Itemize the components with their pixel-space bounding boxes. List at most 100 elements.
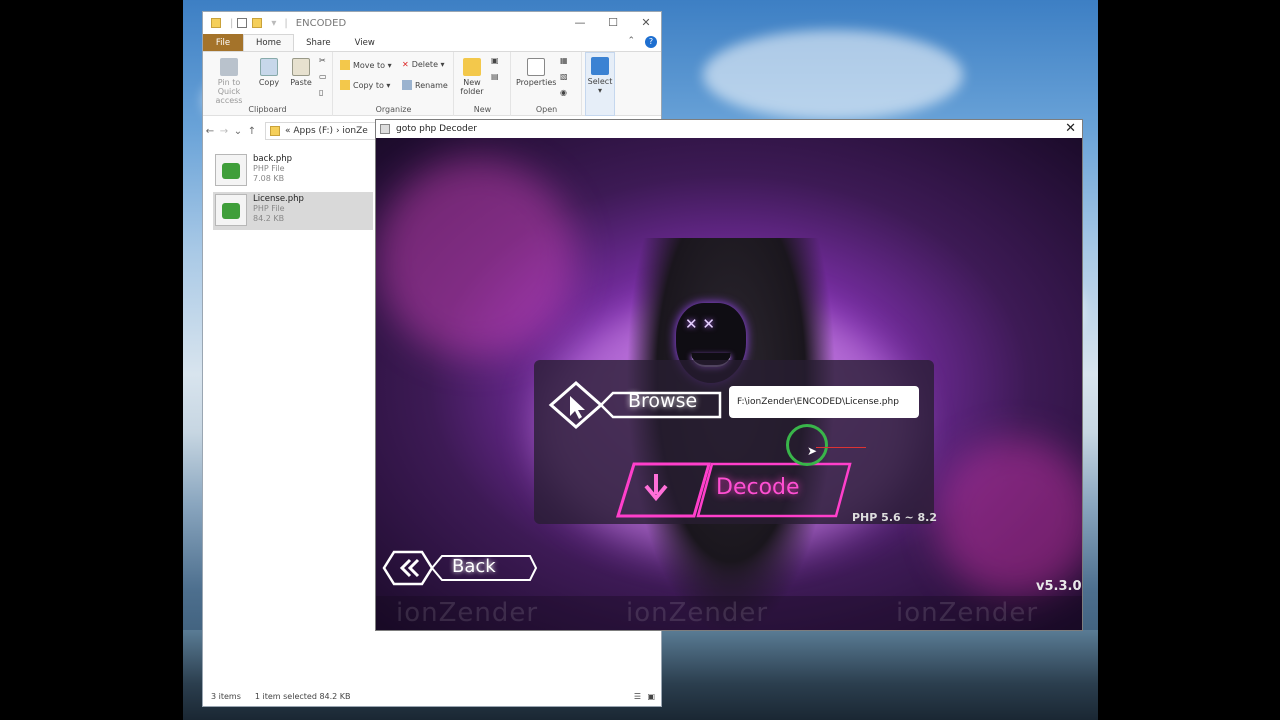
open-group-label: Open <box>535 105 558 114</box>
delete-icon: ✕ <box>402 60 409 69</box>
decode-label: Decode <box>716 475 800 500</box>
back-button[interactable]: Back <box>382 548 538 588</box>
paste-icon <box>292 58 310 76</box>
file-path-input[interactable] <box>729 386 919 418</box>
copy-icon <box>260 58 278 76</box>
clipboard-group: Pin to Quick access Copy Paste ✂ ▭ ▯ Cli… <box>203 52 333 116</box>
app-version-label: v5.3.0 <box>1036 579 1082 594</box>
item-count: 3 items <box>211 691 241 701</box>
select-button[interactable]: Select ▾ <box>585 52 615 116</box>
properties-icon <box>527 58 545 76</box>
browse-label: Browse <box>628 390 698 412</box>
close-icon[interactable]: ✕ <box>631 15 661 31</box>
annotation-line <box>816 447 866 448</box>
properties-icon[interactable] <box>237 18 248 28</box>
file-name: back.php <box>253 154 293 164</box>
file-name: License.php <box>253 194 304 204</box>
php-version-label: PHP 5.6 ~ 8.2 <box>852 511 938 524</box>
new-group: New folder ▣ ▤ New <box>455 52 511 116</box>
back-arrow-icon[interactable]: ← <box>203 126 217 137</box>
mouse-pointer-icon: ➤ <box>807 444 818 458</box>
breadcrumb-apps[interactable]: Apps (F:) <box>293 126 333 136</box>
file-size: 84.2 KB <box>253 214 285 223</box>
file-item-back-php[interactable]: back.php PHP File 7.08 KB <box>213 152 373 190</box>
decoder-titlebar: goto php Decoder ✕ <box>376 120 1082 138</box>
file-size: 7.08 KB <box>253 174 285 183</box>
php-file-icon <box>215 154 247 186</box>
decode-button[interactable]: Decode <box>614 460 854 520</box>
rename-button[interactable]: Rename <box>402 80 448 90</box>
up-arrow-icon[interactable]: ↑ <box>245 126 259 137</box>
address-bar-row: ← → ⌄ ↑ « Apps (F:) › ionZe <box>203 120 383 142</box>
app-icon <box>380 124 390 134</box>
help-icon[interactable]: ? <box>645 36 657 48</box>
paste-button[interactable]: Paste <box>287 58 315 87</box>
explorer-titlebar: | ▾ | ENCODED — ☐ ✕ <box>203 12 661 34</box>
window-title: goto php Decoder <box>396 124 477 134</box>
select-icon <box>591 57 609 75</box>
back-label: Back <box>452 556 496 577</box>
recent-locations-icon[interactable]: ⌄ <box>231 126 245 137</box>
brand-watermark: ionZender <box>396 598 539 628</box>
tab-view[interactable]: View <box>343 34 387 51</box>
clipboard-group-label: Clipboard <box>248 105 287 114</box>
ribbon-tabs: File Home Share View ⌃ ? <box>203 34 661 52</box>
pin-to-quick-access-button[interactable]: Pin to Quick access <box>207 58 251 105</box>
move-to-icon <box>340 60 350 70</box>
ribbon: Pin to Quick access Copy Paste ✂ ▭ ▯ Cli… <box>203 52 661 116</box>
cloud <box>703 30 963 120</box>
organize-group: Move to ▾ Copy to ▾ ✕ Delete ▾ Rename Or… <box>334 52 454 116</box>
move-to-button[interactable]: Move to ▾ <box>340 60 392 70</box>
address-input[interactable]: « Apps (F:) › ionZe <box>265 122 383 140</box>
collapse-ribbon-icon[interactable]: ⌃ <box>627 36 635 46</box>
delete-button[interactable]: ✕ Delete ▾ <box>402 60 445 69</box>
browse-button[interactable]: Browse <box>548 380 723 430</box>
breadcrumb-ionzender[interactable]: ionZe <box>342 126 367 136</box>
cut-icon[interactable]: ✂ <box>319 56 326 65</box>
details-view-icon[interactable]: ☰ <box>634 692 641 701</box>
new-item-icon[interactable]: ▣ <box>491 56 499 65</box>
background-glow <box>376 158 576 358</box>
php-file-icon <box>215 194 247 226</box>
php-decoder-window: goto php Decoder ✕ Browse Decode <box>375 119 1083 631</box>
tab-home[interactable]: Home <box>243 34 295 51</box>
paste-shortcut-icon[interactable]: ▯ <box>319 88 323 97</box>
properties-button[interactable]: Properties <box>516 58 556 87</box>
brand-watermark: ionZender <box>896 598 1039 628</box>
decoder-background: Browse Decode PHP 5.6 ~ 8.2 Back v5.3.0 … <box>376 138 1082 630</box>
forward-arrow-icon[interactable]: → <box>217 126 231 137</box>
new-folder-icon[interactable] <box>252 18 263 28</box>
brand-watermark: ionZender <box>626 598 769 628</box>
chevron-down-icon[interactable]: ▾ <box>271 18 276 29</box>
pin-icon <box>220 58 238 76</box>
open-icon[interactable]: ▦ <box>560 56 568 65</box>
brand-watermark-strip: ionZender ionZender ionZender <box>376 596 1082 630</box>
large-icons-view-icon[interactable]: ▣ <box>647 692 655 701</box>
open-group: Properties ▦ ▧ ◉ Open <box>512 52 582 116</box>
folder-icon <box>211 18 221 28</box>
status-bar: 3 items 1 item selected 84.2 KB ☰ ▣ <box>203 686 661 706</box>
minimize-icon[interactable]: — <box>565 15 595 31</box>
tab-file[interactable]: File <box>203 34 243 51</box>
close-icon[interactable]: ✕ <box>1065 121 1076 136</box>
background-glow <box>936 438 1082 598</box>
maximize-icon[interactable]: ☐ <box>598 15 628 31</box>
folder-icon <box>270 126 280 136</box>
edit-icon[interactable]: ▧ <box>560 72 568 81</box>
copy-to-button[interactable]: Copy to ▾ <box>340 80 390 90</box>
window-title: ENCODED <box>295 17 347 29</box>
new-group-label: New <box>473 105 492 114</box>
history-icon[interactable]: ◉ <box>560 88 567 97</box>
easy-access-icon[interactable]: ▤ <box>491 72 499 81</box>
tab-share[interactable]: Share <box>294 34 343 51</box>
new-folder-button[interactable]: New folder <box>459 58 485 96</box>
selection-info: 1 item selected 84.2 KB <box>254 691 351 701</box>
copy-path-icon[interactable]: ▭ <box>319 72 327 81</box>
new-folder-icon <box>463 58 481 76</box>
rename-icon <box>402 80 412 90</box>
file-type: PHP File <box>253 204 285 213</box>
copy-button[interactable]: Copy <box>257 58 281 87</box>
file-item-license-php[interactable]: License.php PHP File 84.2 KB <box>213 192 373 230</box>
organize-group-label: Organize <box>375 105 412 114</box>
copy-to-icon <box>340 80 350 90</box>
